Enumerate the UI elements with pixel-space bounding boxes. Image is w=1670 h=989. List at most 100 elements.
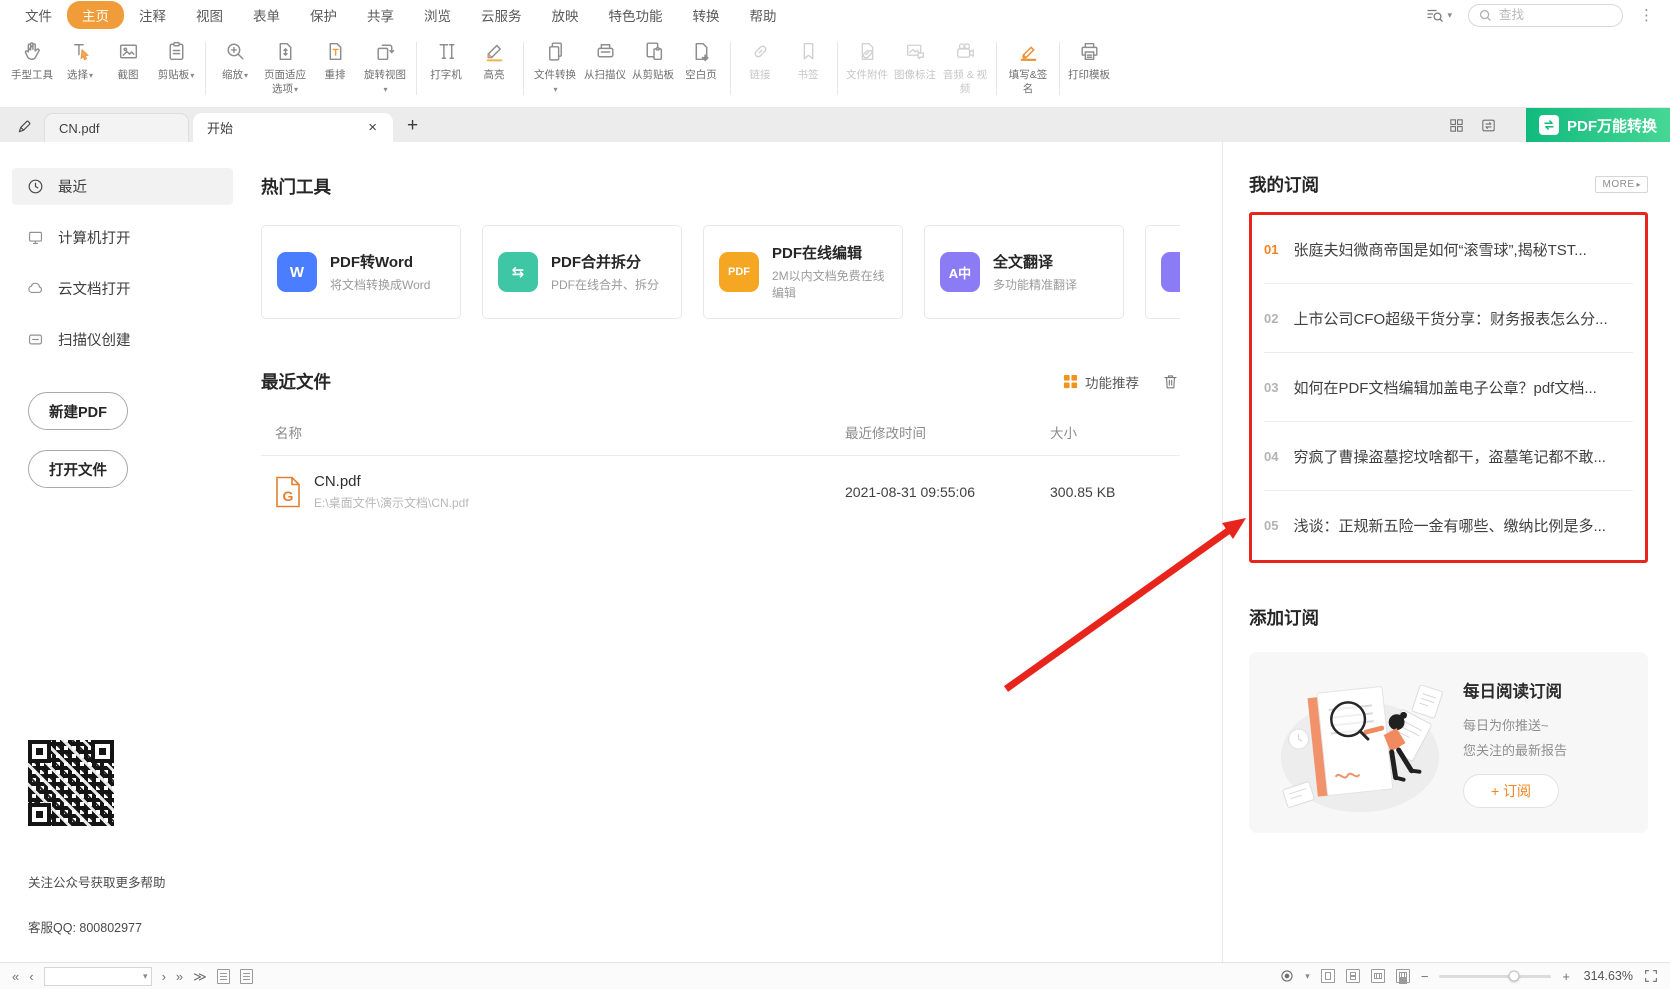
page-number-input[interactable] [45,970,143,982]
menu-help[interactable]: 帮助 [735,1,792,29]
single-page-layout-icon[interactable] [1321,969,1335,983]
menu-convert[interactable]: 转换 [678,1,735,29]
subscription-item[interactable]: 03 如何在PDF文档编辑加盖电子公章？pdf文档... [1264,353,1633,422]
previous-page-button[interactable]: ‹ [29,970,33,983]
menu-comment[interactable]: 注释 [124,1,181,29]
tool-from-scanner[interactable]: 从扫描仪 [581,30,629,107]
tool-typewriter[interactable]: 打字机 [422,30,470,107]
column-size: 大小 [1050,422,1180,442]
reader-mode-icon[interactable] [1480,117,1497,134]
subscription-item[interactable]: 04 穷疯了曹操盗墓挖坟啥都干，盗墓笔记都不敢... [1264,422,1633,491]
card-title: PDF在线编辑 [772,242,890,263]
zoom-slider-thumb[interactable] [1509,971,1520,982]
menu-share[interactable]: 共享 [352,1,409,29]
scanner-create-icon [26,330,45,349]
column-name: 名称 [275,422,845,442]
tool-print-template[interactable]: 打印模板 [1065,30,1113,107]
view-mode-icon[interactable] [1280,969,1294,983]
tab-home[interactable]: 开始 × [193,113,393,142]
subscribe-button[interactable]: + 订阅 [1463,774,1559,808]
menu-browse[interactable]: 浏览 [409,1,466,29]
subscription-title-text: 上市公司CFO超级干货分享：财务报表怎么分... [1293,308,1633,329]
grid-view-icon[interactable] [1448,117,1465,134]
tool-label: 从扫描仪 [584,69,626,83]
right-panel: 我的订阅 MORE ▸ 01 张庭夫妇微商帝国是如何“滚雪球”,揭秘TST...… [1223,142,1670,962]
search-box[interactable] [1468,4,1623,27]
tool-hand[interactable]: 手型工具 [8,30,56,107]
tool-page-fit[interactable]: 页面适应选项▾ [259,30,311,107]
card-partial[interactable] [1145,225,1180,319]
dropdown-arrow-icon[interactable]: ▾ [1305,971,1310,982]
subscription-item[interactable]: 02 上市公司CFO超级干货分享：财务报表怎么分... [1264,284,1633,353]
menu-slideshow[interactable]: 放映 [537,1,594,29]
tab-document[interactable]: CN.pdf [44,113,189,142]
subscription-title-text: 浅谈：正规新五险一金有哪些、缴纳比例是多... [1293,515,1633,536]
zoom-percentage[interactable]: 314.63% [1581,969,1633,983]
subscription-item[interactable]: 05 浅谈：正规新五险一金有哪些、缴纳比例是多... [1264,491,1633,560]
page-number-box[interactable]: ▾ [44,967,152,986]
pdf-converter-button[interactable]: PDF万能转换 [1526,108,1670,142]
tool-reflow[interactable]: 重排 [311,30,359,107]
card-full-translate[interactable]: A中 全文翻译 多功能精准翻译 [924,225,1124,319]
sidebar-item-recent[interactable]: 最近 [12,168,233,205]
tool-fill-sign[interactable]: 填写&签名 [1002,30,1054,107]
tool-label: 空白页 [685,69,717,83]
sidebar-item-open-computer[interactable]: 计算机打开 [12,219,233,256]
clear-recent-button[interactable] [1161,372,1180,391]
page-copy-icon[interactable] [240,969,253,984]
fullscreen-icon[interactable] [1644,969,1658,983]
tool-highlight[interactable]: 高亮 [470,30,518,107]
next-page-button[interactable]: › [162,970,166,983]
search-input[interactable] [1499,8,1612,22]
tool-zoom[interactable]: 缩放▾ [211,30,259,107]
zoom-in-button[interactable]: + [1562,970,1570,983]
tool-clipboard[interactable]: 剪贴板▾ [152,30,200,107]
subscription-rank: 02 [1264,311,1278,326]
sidebar-item-open-cloud[interactable]: 云文档打开 [12,270,233,307]
page-thumbnail-icon[interactable] [217,969,230,984]
menu-file[interactable]: 文件 [10,1,67,29]
feature-recommend-button[interactable]: 功能推荐 [1063,372,1139,392]
subscription-item[interactable]: 01 张庭夫妇微商帝国是如何“滚雪球”,揭秘TST... [1264,215,1633,284]
card-online-edit[interactable]: PDF PDF在线编辑 2M以内文档免费在线编辑 [703,225,903,319]
first-page-button[interactable]: « [12,970,19,983]
menu-cloud-service[interactable]: 云服务 [466,1,537,29]
zoom-out-button[interactable]: − [1421,970,1429,983]
table-row[interactable]: G CN.pdf E:\桌面文件\演示文档\CN.pdf 2021-08-31 … [261,456,1180,528]
tool-from-clipboard[interactable]: 从剪贴板 [629,30,677,107]
continuous-layout-icon[interactable] [1346,969,1360,983]
menu-protect[interactable]: 保护 [295,1,352,29]
find-options-button[interactable]: ▾ [1425,6,1452,25]
menu-form[interactable]: 表单 [238,1,295,29]
two-page-layout-icon[interactable] [1371,969,1385,983]
tool-snapshot[interactable]: 截图 [104,30,152,107]
tool-label: 打印模板 [1068,69,1110,83]
close-tab-icon[interactable]: × [366,119,379,136]
pen-tool-button[interactable] [8,111,40,141]
next-view-button[interactable]: ≫ [193,970,207,983]
tool-label: 打字机 [430,69,462,83]
two-page-continuous-layout-icon[interactable] [1396,969,1410,983]
more-menu-icon[interactable]: ⋮ [1639,6,1654,24]
new-pdf-button[interactable]: 新建PDF [28,392,128,430]
menu-home[interactable]: 主页 [67,1,124,29]
tool-convert-files[interactable]: 文件转换▾ [529,30,581,107]
tool-rotate-view[interactable]: 旋转视图▾ [359,30,411,107]
recent-files-title: 最近文件 [261,369,331,394]
more-button[interactable]: MORE ▸ [1595,176,1648,193]
sidebar-item-scanner-create[interactable]: 扫描仪创建 [12,321,233,358]
zoom-icon [223,39,248,64]
open-file-button[interactable]: 打开文件 [28,450,128,488]
tool-label: 高亮 [484,69,505,83]
tab-bar: CN.pdf 开始 × + PDF万能转换 [0,108,1670,142]
tool-label: 缩放▾ [222,69,248,83]
card-pdf-to-word[interactable]: W PDF转Word 将文档转换成Word [261,225,461,319]
tool-select[interactable]: 选择▾ [56,30,104,107]
last-page-button[interactable]: » [176,970,183,983]
tool-blank-page[interactable]: 空白页 [677,30,725,107]
menu-view[interactable]: 视图 [181,1,238,29]
card-merge-split[interactable]: ⇆ PDF合并拆分 PDF在线合并、拆分 [482,225,682,319]
menu-special-features[interactable]: 特色功能 [594,1,678,29]
zoom-slider[interactable] [1439,975,1551,978]
new-tab-button[interactable]: + [407,115,418,137]
